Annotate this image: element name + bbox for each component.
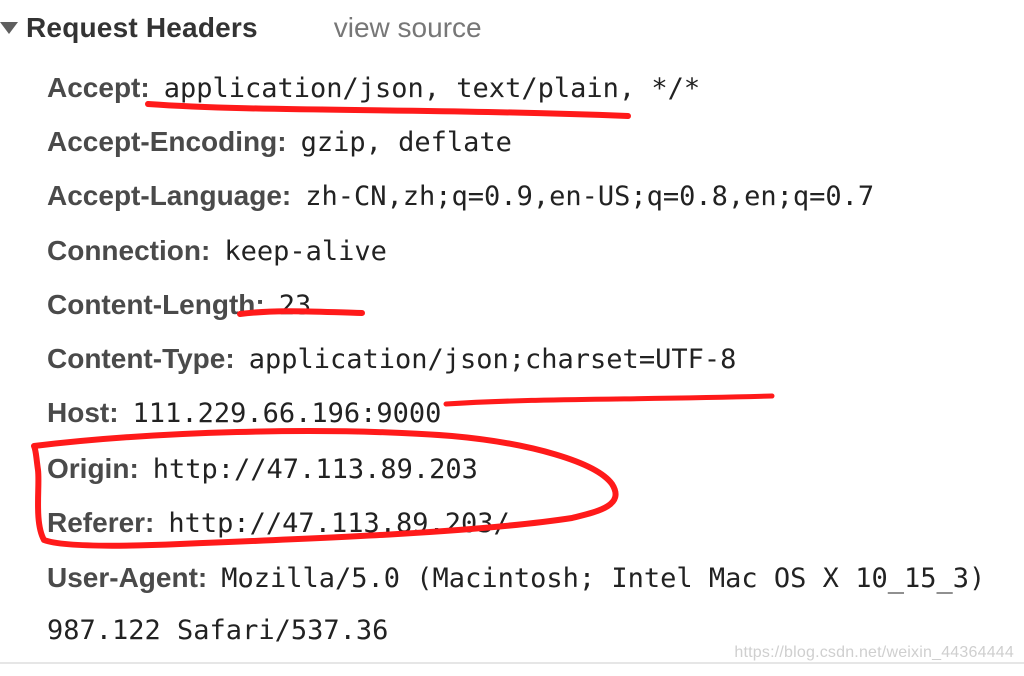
header-value: gzip, deflate bbox=[300, 126, 512, 158]
header-value: application/json, text/plain, */* bbox=[163, 72, 701, 104]
header-row-user-agent: User-Agent: Mozilla/5.0 (Macintosh; Inte… bbox=[47, 554, 985, 602]
header-row-referer: Referer: http://47.113.89.203/ bbox=[47, 499, 510, 547]
header-value: application/json;charset=UTF-8 bbox=[248, 343, 737, 375]
header-name: User-Agent: bbox=[47, 562, 208, 593]
header-name: Accept-Encoding: bbox=[47, 126, 287, 157]
header-value: keep-alive bbox=[224, 235, 387, 267]
header-value: 111.229.66.196:9000 bbox=[132, 397, 442, 429]
devtools-request-headers-panel: Request Headers view source Accept: appl… bbox=[0, 0, 1024, 676]
header-value: zh-CN,zh;q=0.9,en-US;q=0.8,en;q=0.7 bbox=[305, 180, 875, 212]
header-row-connection: Connection: keep-alive bbox=[47, 227, 387, 275]
header-name: Referer: bbox=[47, 507, 155, 538]
header-value: http://47.113.89.203/ bbox=[168, 507, 510, 539]
header-row-content-length: Content-Length: 23 bbox=[47, 281, 311, 329]
header-name: Accept: bbox=[47, 72, 150, 103]
header-row-origin: Origin: http://47.113.89.203 bbox=[47, 445, 478, 493]
header-value: Mozilla/5.0 (Macintosh; Intel Mac OS X 1… bbox=[221, 562, 986, 594]
view-source-link[interactable]: view source bbox=[334, 12, 482, 44]
header-row-content-type: Content-Type: application/json;charset=U… bbox=[47, 335, 736, 383]
triangle-down-icon[interactable] bbox=[0, 22, 18, 34]
request-headers-section-header: Request Headers view source bbox=[0, 8, 1024, 48]
header-value: 23 bbox=[278, 289, 312, 321]
header-row-accept: Accept: application/json, text/plain, */… bbox=[47, 64, 700, 112]
section-title[interactable]: Request Headers bbox=[26, 12, 258, 44]
header-row-accept-language: Accept-Language: zh-CN,zh;q=0.9,en-US;q=… bbox=[47, 172, 874, 220]
header-name: Connection: bbox=[47, 235, 211, 266]
header-name: Accept-Language: bbox=[47, 180, 292, 211]
header-value: 987.122 Safari/537.36 bbox=[47, 614, 389, 646]
header-name: Origin: bbox=[47, 453, 139, 484]
header-row-accept-encoding: Accept-Encoding: gzip, deflate bbox=[47, 118, 512, 166]
header-row-user-agent-continuation: 987.122 Safari/537.36 bbox=[47, 606, 388, 654]
header-name: Content-Type: bbox=[47, 343, 235, 374]
underline-content-type bbox=[443, 393, 775, 407]
watermark: https://blog.csdn.net/weixin_44364444 bbox=[734, 644, 1014, 661]
header-name: Host: bbox=[47, 397, 119, 428]
divider bbox=[0, 662, 1024, 664]
header-row-host: Host: 111.229.66.196:9000 bbox=[47, 389, 441, 437]
header-name: Content-Length: bbox=[47, 289, 265, 320]
header-value: http://47.113.89.203 bbox=[152, 453, 478, 485]
